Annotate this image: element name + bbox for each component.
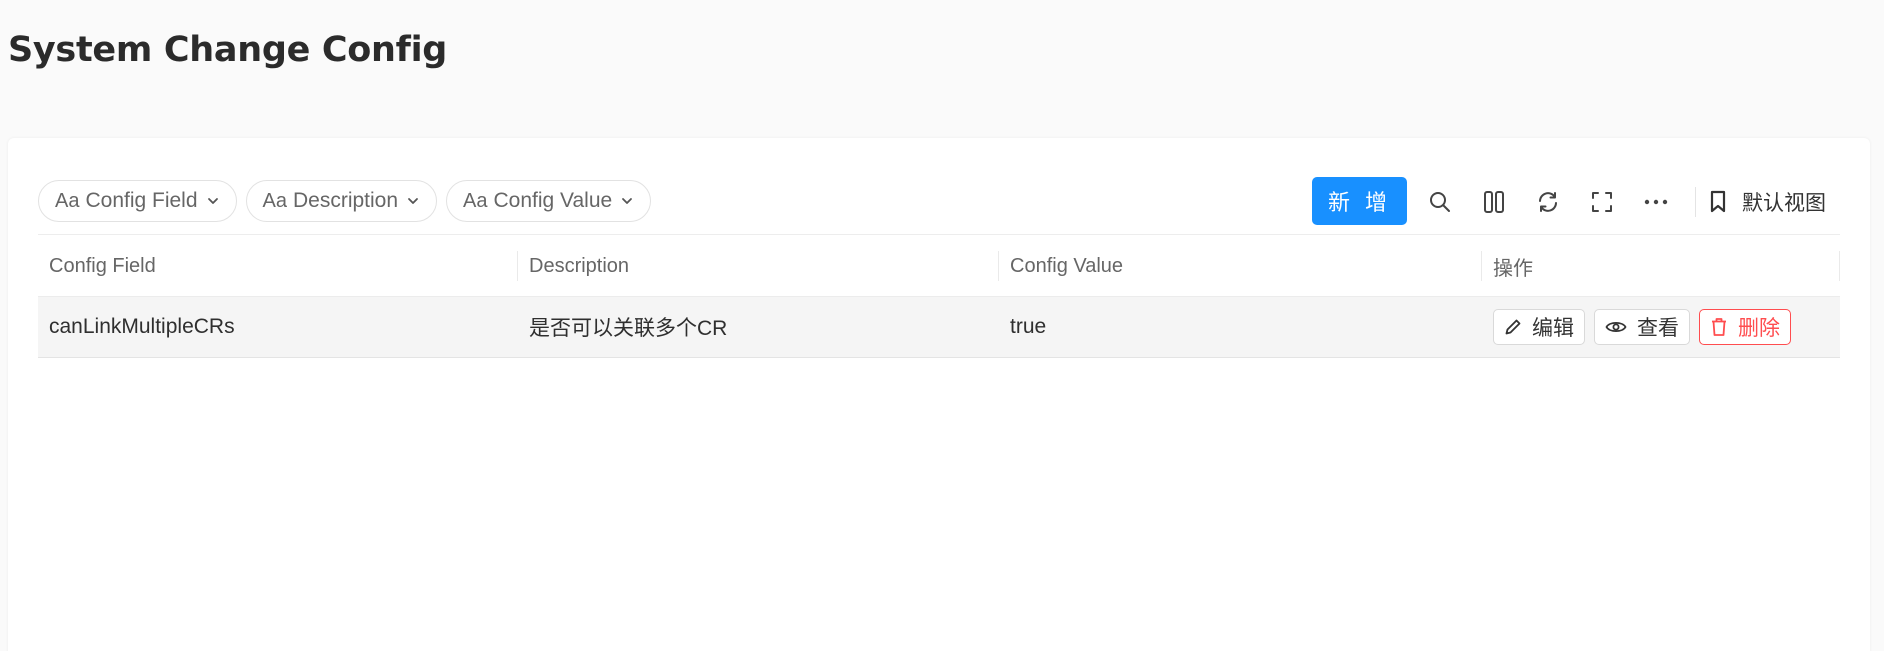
- delete-label: 删除: [1738, 316, 1780, 340]
- pencil-icon: [1505, 319, 1521, 335]
- row-action-buttons: 编辑 查看 删除: [1493, 309, 1791, 345]
- toolbar-divider: [1695, 187, 1696, 217]
- fullscreen-button[interactable]: [1575, 180, 1629, 224]
- column-header-label: Config Field: [49, 254, 156, 277]
- table-card: Aa Config Field Aa Description Aa Config…: [8, 138, 1870, 651]
- more-icon: [1644, 199, 1668, 205]
- column-header-label: Config Value: [1010, 254, 1124, 277]
- table-toolbar: Aa Config Field Aa Description Aa Config…: [38, 177, 1840, 225]
- chevron-down-icon: [622, 198, 633, 204]
- column-separator: [1839, 251, 1840, 281]
- cell-actions: 编辑 查看 删除: [1482, 297, 1840, 357]
- edit-button[interactable]: 编辑: [1493, 309, 1585, 345]
- edit-label: 编辑: [1532, 316, 1574, 340]
- column-header-config-field[interactable]: Config Field: [38, 235, 518, 297]
- column-header-actions: 操作: [1482, 235, 1840, 297]
- cell-description: 是否可以关联多个CR: [529, 317, 728, 340]
- columns-icon: [1484, 191, 1504, 213]
- column-header-description[interactable]: Description: [518, 235, 999, 297]
- column-settings-button[interactable]: [1467, 180, 1521, 224]
- column-header-label: 操作: [1493, 257, 1533, 280]
- view-label: 查看: [1637, 316, 1679, 340]
- filter-bar: Aa Config Field Aa Description Aa Config…: [38, 180, 652, 222]
- text-type-icon: Aa: [463, 189, 488, 212]
- chevron-down-icon: [408, 198, 418, 204]
- eye-icon: [1605, 321, 1627, 333]
- saved-view-button[interactable]: 默认视图: [1708, 187, 1840, 217]
- column-header-config-value[interactable]: Config Value: [999, 235, 1482, 297]
- add-button[interactable]: 新 增: [1312, 177, 1407, 225]
- table-header: Config Field Description Config Value 操作: [38, 234, 1840, 296]
- column-header-label: Description: [529, 254, 630, 277]
- filter-description[interactable]: Aa Description: [245, 180, 438, 222]
- view-button[interactable]: 查看: [1594, 309, 1690, 345]
- delete-button[interactable]: 删除: [1699, 309, 1791, 345]
- text-type-icon: Aa: [55, 189, 80, 212]
- filter-config-value[interactable]: Aa Config Value: [446, 180, 652, 222]
- more-button[interactable]: [1629, 180, 1683, 224]
- text-type-icon: Aa: [262, 189, 287, 212]
- search-icon: [1430, 192, 1450, 212]
- chevron-down-icon: [207, 198, 218, 204]
- search-button[interactable]: [1413, 180, 1467, 224]
- saved-view-label: 默认视图: [1742, 191, 1826, 215]
- table-row[interactable]: canLinkMultipleCRs 是否可以关联多个CR true 编辑 查看…: [38, 296, 1840, 358]
- cell-config-value: true: [1010, 315, 1047, 338]
- refresh-icon: [1539, 192, 1557, 212]
- toolbar-actions: 新 增 默认视图: [1312, 177, 1840, 225]
- fullscreen-icon: [1592, 192, 1612, 212]
- trash-icon: [1712, 318, 1726, 336]
- filter-label: Description: [293, 189, 399, 212]
- filter-config-field[interactable]: Aa Config Field: [38, 180, 237, 222]
- filter-label: Config Value: [493, 189, 613, 212]
- config-table: Config Field Description Config Value 操作…: [38, 234, 1840, 358]
- bookmark-icon: [1710, 190, 1726, 213]
- filter-label: Config Field: [85, 189, 198, 212]
- cell-config-field: canLinkMultipleCRs: [49, 315, 235, 338]
- refresh-button[interactable]: [1521, 180, 1575, 224]
- page-title: System Change Config: [8, 30, 448, 70]
